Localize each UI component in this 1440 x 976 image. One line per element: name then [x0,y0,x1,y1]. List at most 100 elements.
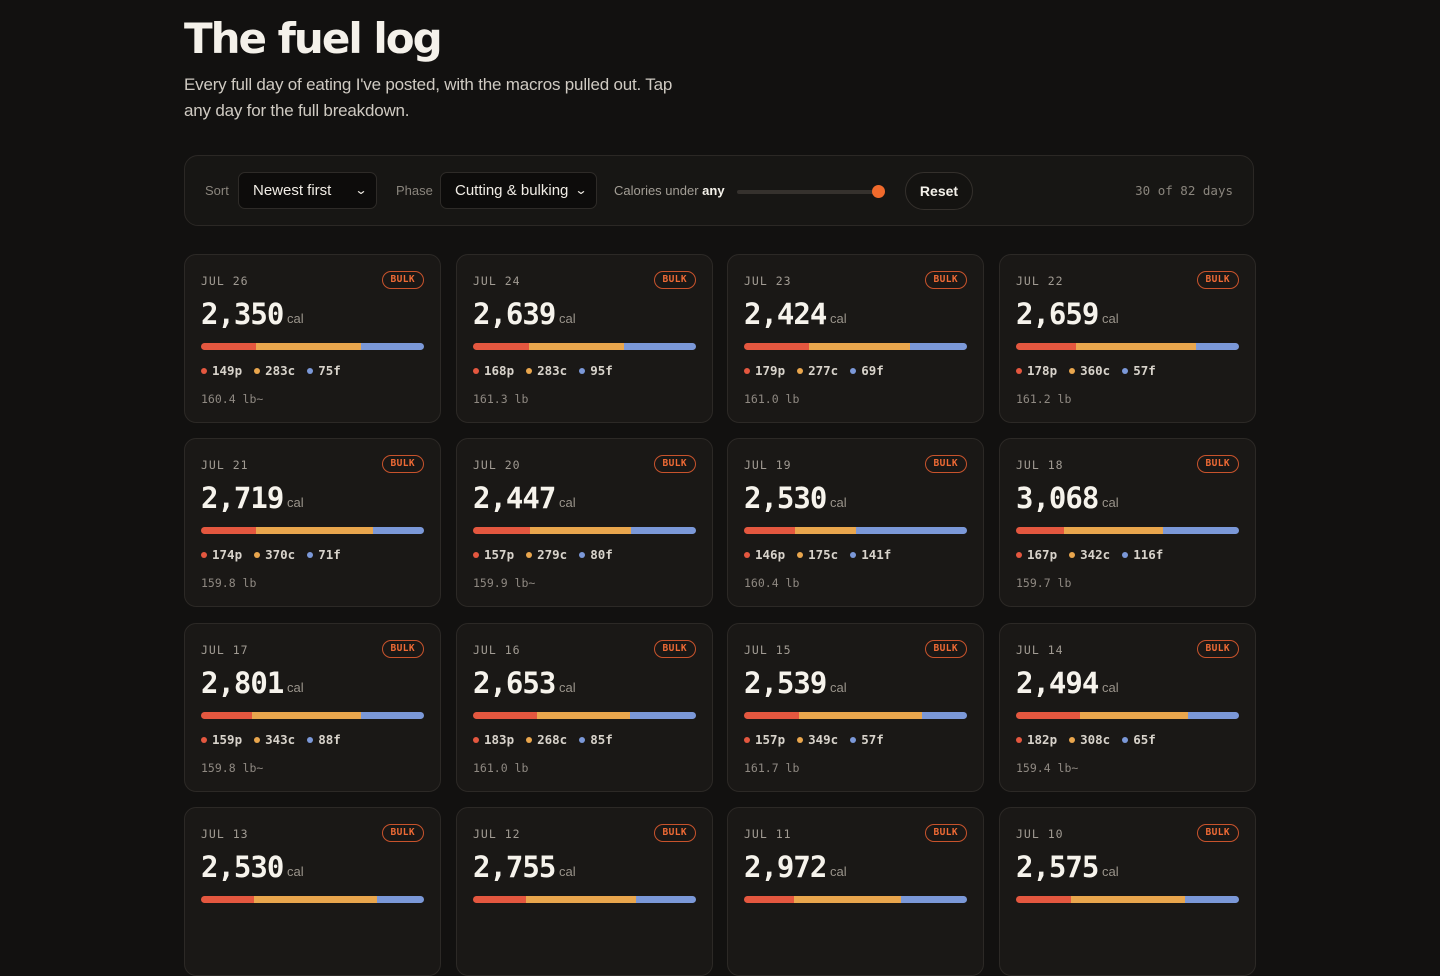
day-card[interactable]: JUL 26 BULK 2,350 cal 149p 283c 75f 160.4 lb~ [184,254,441,423]
body-weight: 161.0 lb [473,761,529,775]
fat-segment [910,343,967,350]
fat-dot-icon [850,367,857,374]
day-card[interactable]: JUL 12 BULK 2,755 cal [456,807,713,976]
day-date: JUL 21 [201,458,249,472]
protein-macro: 167p [1016,547,1057,562]
day-card[interactable]: JUL 22 BULK 2,659 cal 178p 360c 57f 161.2 lb [999,254,1256,423]
day-card[interactable]: JUL 18 BULK 3,068 cal 167p 342c 116f 159.7 lb [999,438,1256,607]
calories-label-text: Calories under [614,183,699,198]
macro-bar [744,343,967,350]
carbs-segment [795,527,857,534]
protein-value: 174p [212,547,243,562]
day-card[interactable]: JUL 17 BULK 2,801 cal 159p 343c 88f 159.8 lb~ [184,623,441,792]
day-card[interactable]: JUL 14 BULK 2,494 cal 182p 308c 65f 159.4 lb~ [999,623,1256,792]
phase-badge: BULK [653,640,696,658]
chevron-down-icon: ⌄ [574,183,588,197]
day-card[interactable]: JUL 13 BULK 2,530 cal [184,807,441,976]
day-card[interactable]: JUL 23 BULK 2,424 cal 179p 277c 69f 161.0 lb [727,254,984,423]
protein-macro: 157p [744,732,785,747]
protein-segment [201,343,257,350]
fat-macro: 116f [1122,547,1163,562]
day-card[interactable]: JUL 21 BULK 2,719 cal 174p 370c 71f 159.8 lb [184,438,441,607]
calories-value: any [702,183,725,198]
macro-list: 167p 342c 116f [1016,547,1163,562]
macro-bar [201,343,424,350]
carbs-dot-icon [526,736,533,743]
body-weight: 161.2 lb [1016,392,1072,406]
carbs-value: 268c [537,732,568,747]
day-date: JUL 14 [1016,643,1064,657]
day-date: JUL 13 [201,827,249,841]
fat-dot-icon [579,551,586,558]
carbs-dot-icon [1069,551,1076,558]
sort-select[interactable]: Newest first ⌄ [238,172,377,209]
protein-macro: 174p [201,547,242,562]
day-card[interactable]: JUL 15 BULK 2,539 cal 157p 349c 57f 161.7 lb [727,623,984,792]
body-weight: 161.0 lb [744,392,800,406]
carbs-dot-icon [797,551,804,558]
protein-value: 179p [755,363,786,378]
calories-slider-thumb[interactable] [872,185,885,198]
calorie-unit: cal [1102,495,1119,510]
calories-slider-track[interactable] [737,190,877,194]
protein-dot-icon [473,367,479,374]
calorie-total: 2,639 [473,297,556,331]
protein-dot-icon [201,551,207,558]
fat-dot-icon [850,736,857,743]
fat-value: 75f [318,363,341,378]
fat-segment [624,343,696,350]
protein-macro: 179p [744,363,785,378]
day-date: JUL 26 [201,274,249,288]
protein-dot-icon [1016,551,1022,558]
fat-segment [856,527,967,534]
day-card[interactable]: JUL 16 BULK 2,653 cal 183p 268c 85f 161.0 lb [456,623,713,792]
fat-dot-icon [579,367,586,374]
day-card[interactable]: JUL 19 BULK 2,530 cal 146p 175c 141f 160.4 lb [727,438,984,607]
chevron-down-icon: ⌄ [354,183,368,197]
calorie-total: 2,530 [744,481,827,515]
fat-segment [361,343,424,350]
carbs-macro: 370c [254,547,295,562]
carbs-macro: 360c [1069,363,1110,378]
calorie-total: 2,530 [201,850,284,884]
carbs-dot-icon [254,736,261,743]
day-card[interactable]: JUL 24 BULK 2,639 cal 168p 283c 95f 161.3 lb [456,254,713,423]
fat-segment [1163,527,1239,534]
protein-value: 146p [755,547,786,562]
fat-segment [1196,343,1239,350]
carbs-value: 175c [808,547,839,562]
macro-bar [201,527,424,534]
protein-value: 159p [212,732,243,747]
body-weight: 159.4 lb~ [1016,761,1079,775]
fat-macro: 80f [579,547,613,562]
macro-bar [473,712,696,719]
fat-segment [360,712,424,719]
phase-badge: BULK [924,455,967,473]
protein-segment [1016,527,1065,534]
body-weight: 159.9 lb~ [473,576,536,590]
fat-dot-icon [1122,367,1129,374]
day-card[interactable]: JUL 20 BULK 2,447 cal 157p 279c 80f 159.9 lb~ [456,438,713,607]
calorie-total: 2,350 [201,297,284,331]
protein-macro: 159p [201,732,242,747]
protein-value: 167p [1027,547,1058,562]
day-card[interactable]: JUL 11 BULK 2,972 cal [727,807,984,976]
protein-segment [201,712,252,719]
calorie-unit: cal [830,311,847,326]
protein-segment [1016,343,1076,350]
carbs-macro: 175c [797,547,838,562]
macro-bar [473,527,696,534]
macro-bar [473,343,696,350]
carbs-macro: 277c [797,363,838,378]
reset-button[interactable]: Reset [905,172,973,210]
fat-macro: 141f [850,547,891,562]
fat-segment [1187,712,1239,719]
fat-value: 95f [590,363,613,378]
carbs-dot-icon [797,736,804,743]
calories-filter-label: Calories under any [614,183,725,198]
phase-select[interactable]: Cutting & bulking ⌄ [440,172,597,209]
fat-segment [373,527,424,534]
protein-segment [201,527,257,534]
fat-macro: 57f [850,732,884,747]
day-card[interactable]: JUL 10 BULK 2,575 cal [999,807,1256,976]
